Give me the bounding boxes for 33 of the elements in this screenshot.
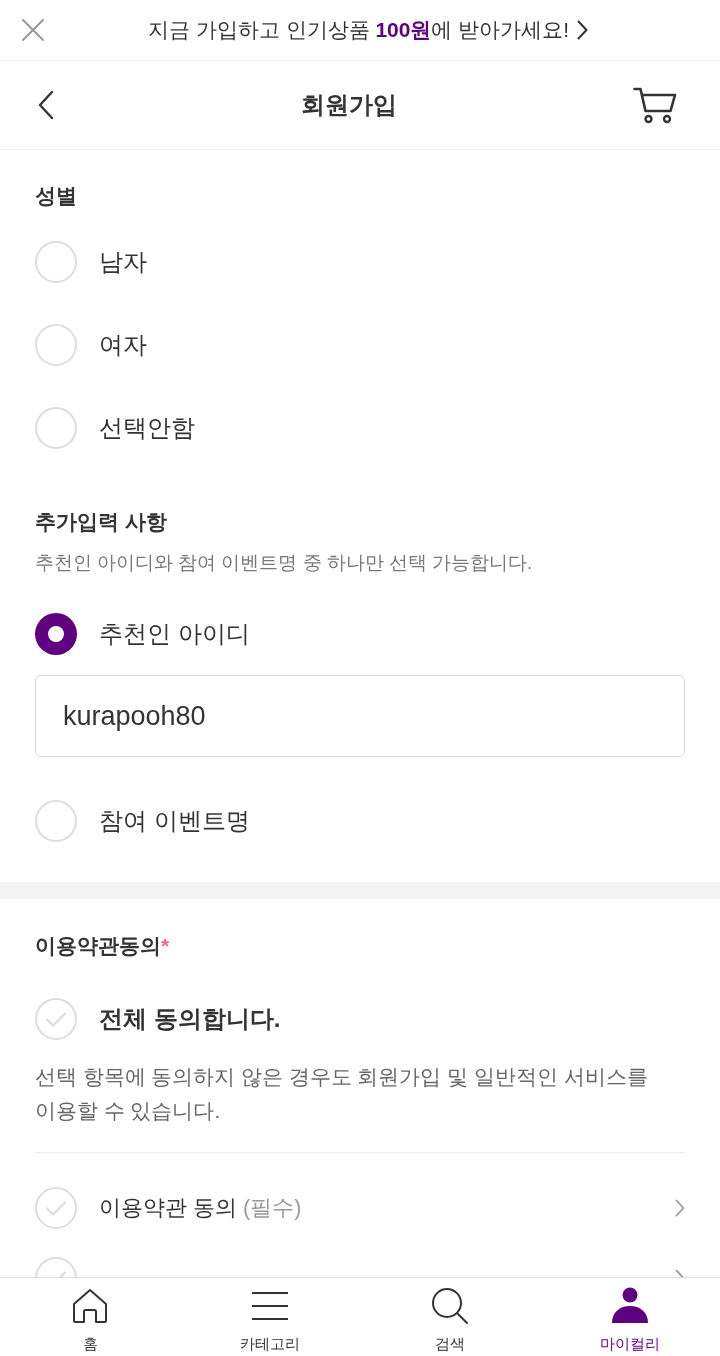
section-description: 추천인 아이디와 참여 이벤트명 중 하나만 선택 가능합니다. [35,551,534,575]
person-icon [611,1287,649,1325]
search-icon [431,1287,469,1325]
nav-tab[interactable]: 검색 [360,1278,540,1356]
option-label[interactable]: 남자 [99,243,147,280]
page-title: 회원가입 [301,90,397,120]
section-title: 이용약관동의* [35,933,171,959]
radio-icon[interactable] [35,406,77,449]
option-label[interactable]: 추천인 아이디 [99,615,250,652]
check-circle-icon[interactable] [35,1187,77,1229]
terms-label[interactable]: 이용약관 동의 (필수) [99,1191,653,1225]
radio-icon[interactable] [35,799,77,842]
chevron-right-icon[interactable] [675,1199,685,1217]
radio-icon[interactable] [35,323,77,366]
section-title: 추가입력 사항 [35,509,168,535]
option-label[interactable]: 선택안함 [99,409,195,446]
nav-tab[interactable]: 카테고리 [180,1278,360,1356]
check-circle-icon[interactable] [35,997,77,1040]
section-title: 성별 [35,183,78,209]
referrer-id-field[interactable]: kurapooh80 [35,675,685,757]
home-icon [71,1287,109,1325]
close-icon [22,19,44,41]
cart-icon [633,86,677,124]
notice-text: 선택 항목에 동의하지 않은 경우도 회원가입 및 일반적인 서비스를 이용할 수 있습니다. [35,1064,649,1124]
option-label[interactable]: 참여 이벤트명 [99,802,250,839]
agree-all-label[interactable]: 전체 동의합니다. [99,1000,281,1037]
chevron-right-icon [577,20,589,40]
promo-link[interactable]: 지금 가입하고 인기상품 100원에 받아가세요! [66,14,670,46]
radio-icon[interactable] [35,612,77,655]
radio-icon[interactable] [35,240,77,283]
option-label[interactable]: 여자 [99,326,147,363]
nav-tab[interactable]: 마이컬리 [540,1278,720,1356]
nav-tab[interactable]: 홈 [0,1278,180,1356]
